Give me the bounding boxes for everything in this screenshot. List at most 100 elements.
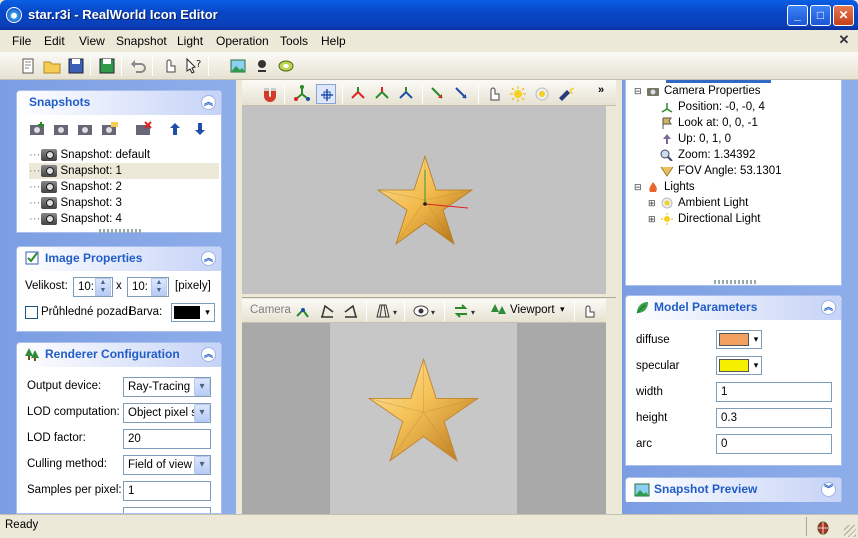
pan-hand-icon[interactable] — [580, 302, 598, 320]
move-down-arrow-icon[interactable] — [192, 121, 208, 137]
hand-pointer-icon[interactable] — [160, 56, 180, 76]
snapshot-item[interactable]: ··· Snapshot: 2 — [29, 179, 219, 195]
next-setting-input[interactable] — [123, 507, 211, 513]
expand-chevron-icon[interactable]: ︾ — [821, 482, 836, 497]
render-canvas[interactable] — [330, 323, 517, 514]
chevron-down-icon[interactable] — [194, 378, 210, 396]
camera-move-icon[interactable] — [294, 302, 312, 320]
scale-axes-icon[interactable] — [316, 84, 336, 104]
title-bar[interactable]: star.r3i - RealWorld Icon Editor _ □ ✕ — [0, 0, 858, 30]
sun-light-icon[interactable] — [508, 84, 528, 104]
menu-file[interactable]: File — [12, 34, 31, 48]
resize-grip[interactable] — [99, 229, 141, 233]
menu-light[interactable]: Light — [177, 34, 203, 48]
resize-grip[interactable] — [714, 280, 756, 284]
translate-icon[interactable] — [428, 84, 448, 104]
maximize-button[interactable]: □ — [810, 5, 831, 26]
shading-mode-icon[interactable]: ▾ — [374, 302, 400, 320]
chevron-down-icon[interactable]: ▾ — [751, 332, 761, 347]
ambient-light-icon[interactable] — [532, 84, 552, 104]
snapshot-item[interactable]: ··· Snapshot: 3 — [29, 195, 219, 211]
move-up-arrow-icon[interactable] — [167, 121, 183, 137]
diffuse-color-picker[interactable]: ▾ — [716, 330, 762, 349]
translate-plane-icon[interactable] — [452, 84, 472, 104]
snapshot-item[interactable]: ··· Snapshot: 4 — [29, 211, 219, 227]
collapse-chevron-icon[interactable]: ︽ — [201, 251, 216, 266]
directional-light-item[interactable]: ⊞ Directional Light — [634, 211, 839, 227]
export-snapshot-icon[interactable] — [101, 121, 119, 137]
camera-fov-item[interactable]: FOV Angle: 53.1301 — [634, 163, 839, 179]
culling-method-select[interactable]: Field of view c — [123, 455, 211, 475]
bug-report-icon[interactable] — [814, 518, 832, 536]
star-model-small[interactable] — [370, 150, 480, 246]
renderer-header[interactable]: Renderer Configuration — [17, 343, 221, 367]
context-help-icon[interactable]: ? — [184, 56, 204, 76]
close-button[interactable]: ✕ — [833, 5, 854, 26]
undo-icon[interactable] — [128, 56, 148, 76]
camera-orbit-icon[interactable] — [342, 302, 360, 320]
preview-viewport[interactable] — [242, 323, 606, 514]
menu-help[interactable]: Help — [321, 34, 346, 48]
document-close-button[interactable]: ✕ — [836, 32, 852, 48]
chevron-down-icon[interactable]: ▾ — [202, 305, 213, 320]
output-device-select[interactable]: Ray-Tracing — [123, 377, 211, 397]
camera-look-at-item[interactable]: Look at: 0, 0, -1 — [634, 115, 839, 131]
overflow-chevron-icon[interactable]: » — [598, 84, 604, 96]
width-spin-arrows-icon[interactable]: ▲ ▼ — [95, 278, 111, 296]
rotate-x-icon[interactable] — [348, 84, 368, 104]
open-folder-icon[interactable] — [42, 56, 62, 76]
chevron-down-icon[interactable] — [194, 456, 210, 474]
lights-node[interactable]: ⊟ Lights — [634, 179, 839, 195]
ambient-light-item[interactable]: ⊞ Ambient Light — [634, 195, 839, 211]
color-picker[interactable]: ▾ — [171, 303, 215, 322]
menu-snapshot[interactable]: Snapshot — [116, 34, 167, 48]
snapshots-header[interactable]: Snapshots — [17, 91, 221, 115]
chevron-down-icon[interactable] — [194, 404, 210, 422]
minimize-button[interactable]: _ — [787, 5, 808, 26]
move-axes-icon[interactable] — [292, 84, 312, 104]
splitter[interactable] — [606, 106, 616, 294]
model-parameters-header[interactable]: Model Parameters — [626, 296, 841, 320]
menu-operation[interactable]: Operation — [216, 34, 269, 48]
snapshot-item-selected[interactable]: ··· Snapshot: 1 — [29, 163, 219, 179]
collapse-chevron-icon[interactable]: ︽ — [201, 95, 216, 110]
render-image-icon[interactable] — [228, 56, 248, 76]
chevron-down-icon[interactable]: ▾ — [560, 304, 565, 315]
transparent-background-checkbox[interactable] — [25, 306, 38, 319]
height-spin-arrows-icon[interactable]: ▲ ▼ — [151, 278, 167, 296]
menu-tools[interactable]: Tools — [280, 34, 308, 48]
save-icon[interactable] — [66, 56, 86, 76]
horizontal-splitter[interactable] — [242, 294, 616, 298]
collapse-chevron-icon[interactable]: ︽ — [201, 347, 216, 362]
spot-light-icon[interactable] — [556, 84, 576, 104]
image-properties-header[interactable]: Image Properties — [17, 247, 221, 271]
chevron-down-icon[interactable]: ▾ — [751, 358, 761, 373]
viewport-dropdown[interactable]: Viewport — [510, 304, 555, 316]
snapshot-preview-header[interactable]: Snapshot Preview — [626, 478, 841, 502]
lod-computation-select[interactable]: Object pixel s — [123, 403, 211, 423]
collapse-chevron-icon[interactable]: ︽ — [821, 300, 836, 315]
add-snapshot-icon[interactable] — [29, 121, 47, 137]
height-input[interactable]: 0.3 — [716, 408, 832, 428]
width-input[interactable]: 1 — [716, 382, 832, 402]
specular-color-picker[interactable]: ▾ — [716, 356, 762, 375]
camera-zoom-item[interactable]: Zoom: 1.34392 — [634, 147, 839, 163]
perspective-viewport[interactable] — [242, 106, 606, 294]
swap-view-icon[interactable]: ▾ — [452, 302, 480, 320]
save-snapshot-icon[interactable] — [97, 56, 117, 76]
duplicate-snapshot-icon[interactable] — [53, 121, 71, 137]
splitter[interactable] — [606, 299, 616, 514]
magnet-icon[interactable] — [260, 84, 280, 104]
arc-input[interactable]: 0 — [716, 434, 832, 454]
update-snapshot-icon[interactable] — [77, 121, 95, 137]
snapshot-item[interactable]: ··· Snapshot: default — [29, 147, 219, 163]
menu-view[interactable]: View — [79, 34, 105, 48]
view-eye-icon[interactable]: ▾ — [412, 302, 440, 320]
select-hand-icon[interactable] — [484, 84, 504, 104]
samples-per-pixel-input[interactable]: 1 — [123, 481, 211, 501]
menu-edit[interactable]: Edit — [44, 34, 65, 48]
delete-snapshot-icon[interactable] — [135, 121, 153, 137]
camera-rotate-icon[interactable] — [318, 302, 336, 320]
rotate-z-icon[interactable] — [396, 84, 416, 104]
new-file-icon[interactable] — [18, 56, 38, 76]
